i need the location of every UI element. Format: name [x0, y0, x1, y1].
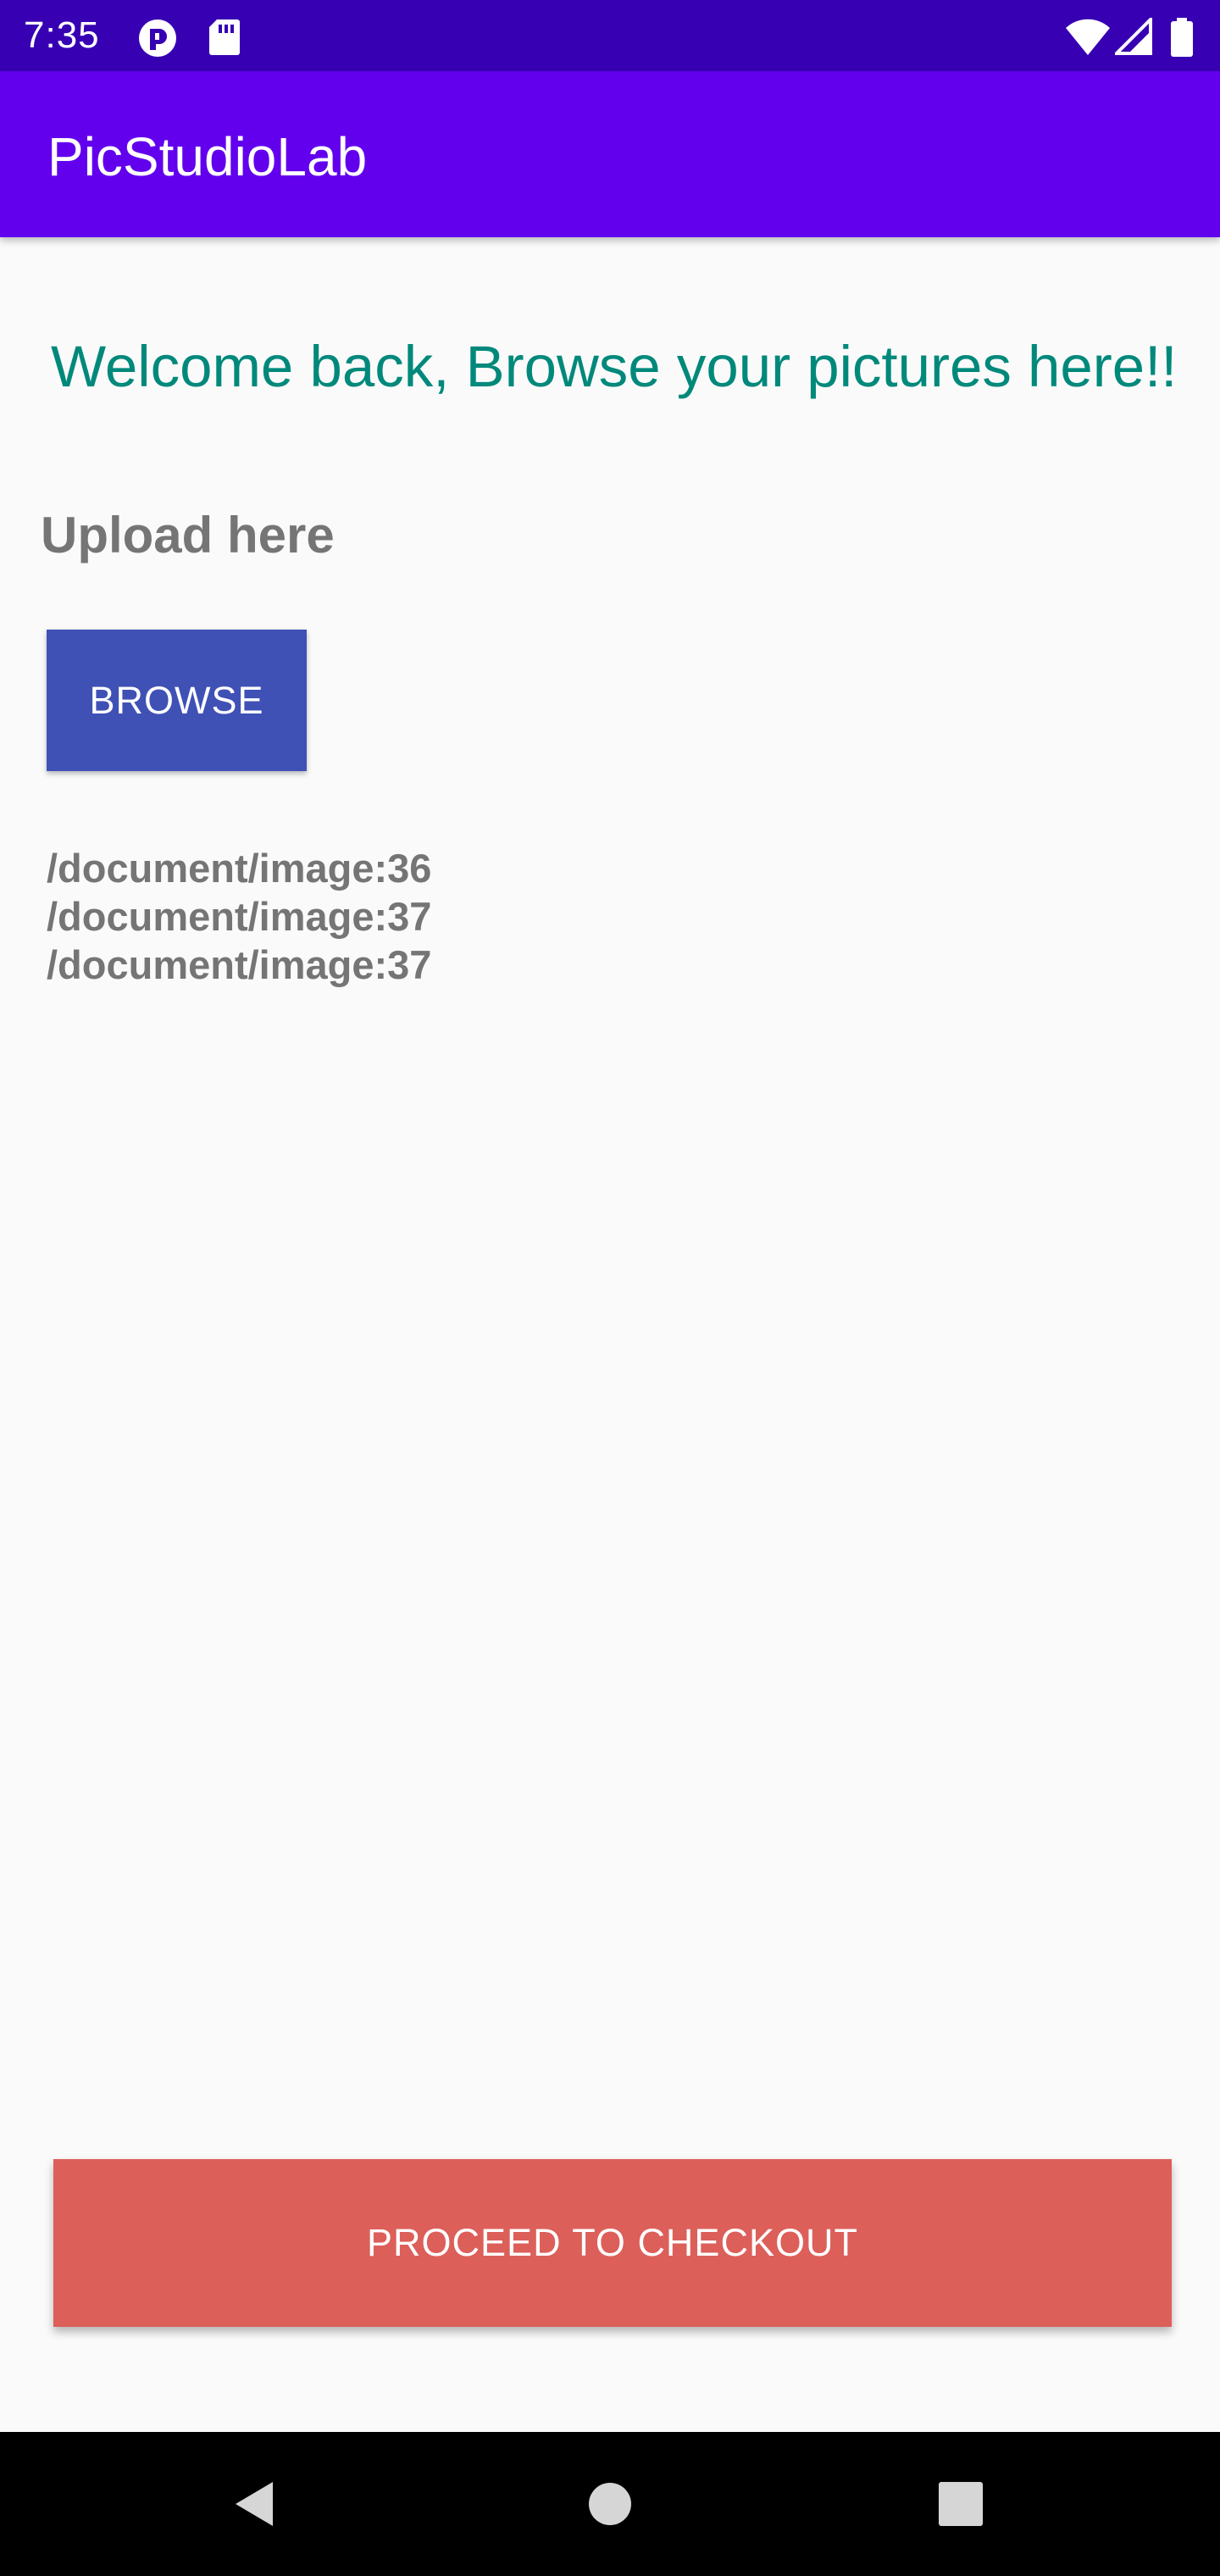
nav-back-button[interactable] — [169, 2432, 339, 2576]
welcome-message: Welcome back, Browse your pictures here!… — [51, 334, 1178, 399]
browse-button[interactable]: BROWSE — [47, 630, 307, 771]
file-path-item: /document/image:37 — [47, 894, 432, 939]
app-title: PicStudioLab — [47, 126, 368, 187]
notification-app-icon — [139, 19, 176, 57]
status-bar: 7:35 — [0, 0, 1220, 71]
sd-card-icon — [209, 19, 240, 55]
app-bar: PicStudioLab — [0, 71, 1220, 237]
battery-icon — [1171, 18, 1193, 57]
recents-icon — [939, 2482, 983, 2526]
selected-files-list: /document/image:36 /document/image:37 /d… — [47, 844, 431, 989]
upload-label: Upload here — [41, 507, 335, 564]
system-navigation-bar — [0, 2432, 1220, 2576]
home-icon — [589, 2483, 631, 2525]
nav-home-button[interactable] — [525, 2432, 695, 2576]
back-icon — [236, 2482, 273, 2526]
wifi-icon — [1066, 19, 1110, 55]
file-path-item: /document/image:36 — [47, 846, 432, 891]
nav-recents-button[interactable] — [876, 2432, 1045, 2576]
cell-signal-icon — [1115, 18, 1152, 55]
status-time: 7:35 — [24, 14, 100, 56]
file-path-item: /document/image:37 — [47, 942, 432, 987]
proceed-to-checkout-button[interactable]: PROCEED TO CHECKOUT — [53, 2159, 1172, 2327]
